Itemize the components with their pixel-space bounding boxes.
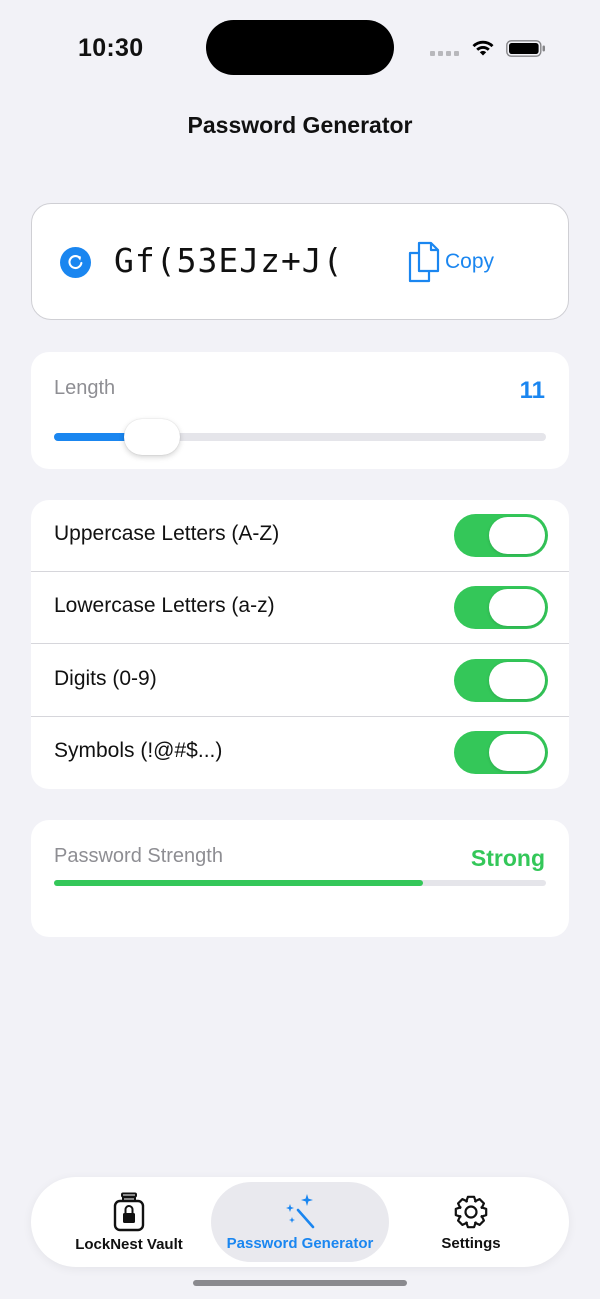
length-card: Length 11 (31, 352, 569, 469)
tab-label: LockNest Vault (75, 1235, 183, 1253)
strength-label: Password Strength (54, 845, 223, 867)
generated-password: Gf(53EJz+J( (114, 241, 344, 280)
option-label: Uppercase Letters (A-Z) (54, 522, 280, 545)
cellular-signal-icon (430, 51, 459, 56)
option-row-digits: Digits (0-9) (31, 645, 569, 717)
status-bar: 10:30 (0, 0, 600, 90)
wifi-icon (472, 40, 494, 56)
uppercase-toggle[interactable] (454, 514, 548, 557)
option-row-lowercase: Lowercase Letters (a-z) (31, 572, 569, 644)
option-label: Symbols (!@#$...) (54, 739, 223, 762)
strength-value: Strong (470, 845, 545, 871)
divider (31, 643, 569, 644)
tab-settings[interactable]: Settings (403, 1182, 539, 1262)
options-card: Uppercase Letters (A-Z) Lowercase Letter… (31, 500, 569, 789)
toggle-knob (489, 734, 545, 771)
copy-label: Copy (445, 250, 495, 273)
home-indicator (193, 1280, 407, 1286)
lock-jar-icon (113, 1192, 145, 1231)
dynamic-island (206, 20, 394, 75)
page-title: Password Generator (187, 112, 413, 138)
tab-label: Password Generator (226, 1234, 374, 1252)
document-copy-icon (408, 241, 440, 283)
option-row-symbols: Symbols (!@#$...) (31, 717, 569, 789)
slider-thumb[interactable] (124, 419, 181, 455)
lowercase-toggle[interactable] (454, 586, 548, 629)
toggle-knob (489, 662, 545, 699)
option-row-uppercase: Uppercase Letters (A-Z) (31, 500, 569, 572)
password-card: Gf(53EJz+J( Copy (31, 203, 569, 320)
battery-icon (506, 40, 545, 57)
tab-bar: LockNest Vault Password Generator Settin… (31, 1177, 569, 1267)
gear-icon (454, 1195, 488, 1228)
symbols-toggle[interactable] (454, 731, 548, 774)
tab-password-generator[interactable]: Password Generator (211, 1182, 389, 1262)
length-label: Length (54, 377, 116, 399)
option-label: Digits (0-9) (54, 667, 157, 690)
copy-button[interactable]: Copy (407, 241, 494, 283)
tab-locknest-vault[interactable]: LockNest Vault (59, 1182, 199, 1262)
length-value: 11 (519, 377, 545, 404)
status-time: 10:30 (78, 34, 144, 62)
option-label: Lowercase Letters (a-z) (54, 594, 275, 617)
strength-meter (54, 880, 546, 886)
digits-toggle[interactable] (454, 659, 548, 702)
length-slider[interactable] (54, 419, 546, 455)
tab-label: Settings (441, 1234, 501, 1252)
toggle-knob (489, 589, 545, 626)
refresh-icon (68, 255, 83, 270)
refresh-button[interactable] (60, 247, 91, 278)
strength-meter-fill (54, 880, 423, 886)
magic-wand-icon (286, 1193, 315, 1228)
toggle-knob (489, 517, 545, 554)
strength-card: Password Strength Strong (31, 820, 569, 937)
